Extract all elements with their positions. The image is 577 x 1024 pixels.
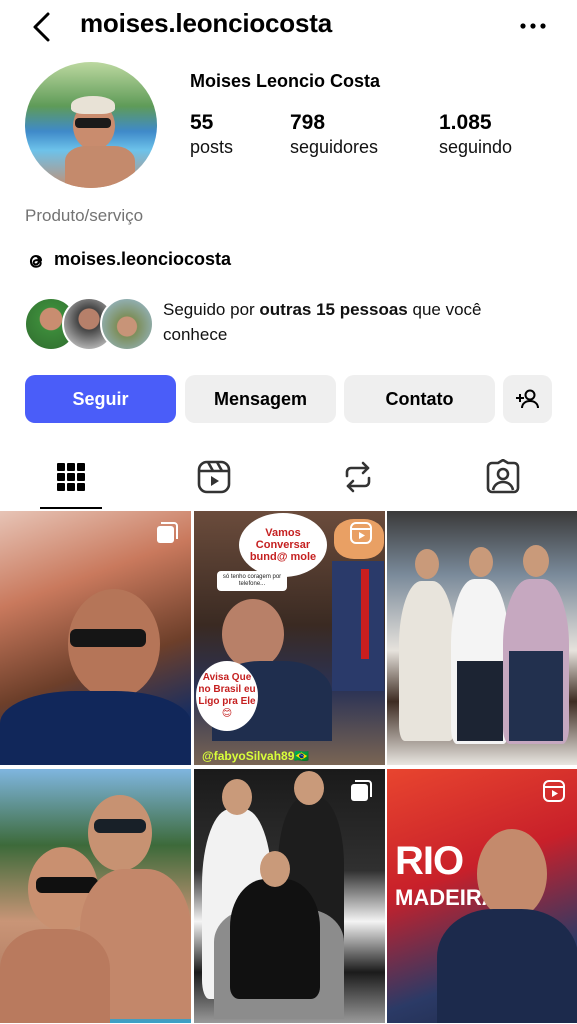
station-logo-text: RIO: [395, 839, 464, 883]
following-count[interactable]: 1.085: [439, 111, 492, 135]
post-thumbnail[interactable]: [0, 769, 191, 1023]
post-thumbnail[interactable]: [0, 511, 191, 765]
chevron-left-icon[interactable]: [28, 10, 58, 44]
post-thumbnail[interactable]: Vamos Conversar bund@ mole só tenho cora…: [194, 511, 385, 765]
profile-category: Produto/serviço: [25, 206, 144, 225]
reposts-icon: [345, 461, 371, 493]
speech-bubble: Vamos Conversar bund@ mole: [239, 513, 327, 577]
followers-label[interactable]: seguidores: [290, 137, 378, 158]
tab-grid[interactable]: [51, 455, 91, 499]
followed-by-text[interactable]: Seguido por outras 15 pessoas que você c…: [163, 297, 543, 347]
profile-full-name: Moises Leoncio Costa: [190, 71, 381, 91]
reel-icon: [543, 780, 565, 802]
message-button[interactable]: Mensagem: [185, 375, 336, 423]
multiple-photos-icon: [351, 780, 372, 801]
followers-count[interactable]: 798: [290, 111, 325, 135]
multiple-photos-icon: [157, 522, 178, 543]
threads-icon[interactable]: [25, 250, 47, 272]
grid-icon: [57, 463, 85, 491]
watermark: @fabyoSilvah89🇧🇷: [202, 749, 310, 763]
reel-icon: [350, 522, 372, 544]
post-thumbnail[interactable]: [387, 511, 577, 765]
post-thumbnail[interactable]: [194, 769, 385, 1023]
follower-avatar[interactable]: [100, 297, 154, 351]
reels-icon: [197, 460, 231, 494]
posts-label: posts: [190, 137, 234, 157]
speech-bubble: Avisa Que no Brasil eu Ligo pra Ele😊: [196, 661, 258, 731]
tab-reels[interactable]: [194, 455, 234, 499]
threads-link[interactable]: moises.leonciocosta: [54, 249, 231, 270]
add-user-button[interactable]: [503, 375, 552, 423]
follow-button[interactable]: Seguir: [25, 375, 176, 423]
profile-avatar[interactable]: [25, 62, 157, 188]
post-thumbnail[interactable]: RIO MADEIRA FM: [387, 769, 577, 1023]
active-tab-indicator: [40, 507, 102, 509]
tab-reposts[interactable]: [338, 455, 378, 499]
tagged-icon: [486, 459, 520, 494]
caption-note: só tenho coragem por telefone...: [217, 571, 287, 591]
following-label[interactable]: seguindo: [439, 137, 512, 158]
posts-count: 55: [190, 111, 214, 134]
profile-username: moises.leonciocosta: [80, 8, 332, 38]
contact-button[interactable]: Contato: [344, 375, 495, 423]
add-user-icon: [515, 389, 539, 409]
more-horizontal-icon[interactable]: [518, 14, 548, 38]
tab-tagged[interactable]: [483, 455, 523, 499]
